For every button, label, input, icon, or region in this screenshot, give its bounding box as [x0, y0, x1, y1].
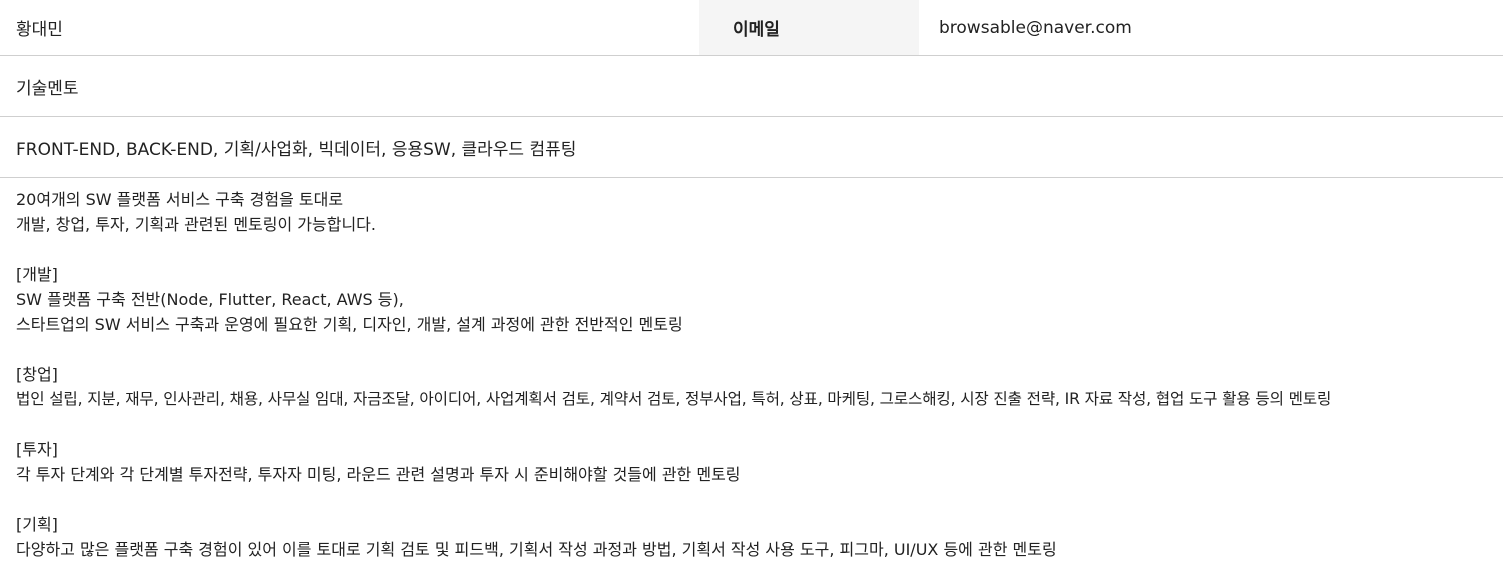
invest-heading: [투자]	[16, 440, 58, 459]
name-email-row: 황대민 이메일 browsable@naver.com	[0, 0, 1503, 56]
mentor-description: 20여개의 SW 플랫폼 서비스 구축 경험을 토대로 개발, 창업, 투자, …	[0, 178, 1503, 562]
email-value: browsable@naver.com	[939, 17, 1132, 38]
fields-row: FRONT-END, BACK-END, 기획/사업화, 빅데이터, 응용SW,…	[0, 117, 1503, 178]
email-label: 이메일	[699, 0, 919, 55]
dev-line-1: SW 플랫폼 구축 전반(Node, Flutter, React, AWS 등…	[16, 290, 404, 309]
invest-line-1: 각 투자 단계와 각 단계별 투자전략, 투자자 미팅, 라운드 관련 설명과 …	[16, 465, 741, 484]
mentor-fields: FRONT-END, BACK-END, 기획/사업화, 빅데이터, 응용SW,…	[16, 139, 577, 160]
startup-line-1: 법인 설립, 지분, 재무, 인사관리, 채용, 사무실 임대, 자금조달, 아…	[16, 390, 1332, 408]
startup-heading: [창업]	[16, 365, 58, 384]
plan-heading: [기획]	[16, 515, 58, 534]
role-row: 기술멘토	[0, 56, 1503, 117]
mentor-name: 황대민	[16, 20, 63, 40]
intro-line-2: 개발, 창업, 투자, 기획과 관련된 멘토링이 가능합니다.	[16, 215, 376, 234]
mentor-profile-table: 황대민 이메일 browsable@naver.com 기술멘토 FRONT-E…	[0, 0, 1503, 571]
mentor-role: 기술멘토	[16, 78, 79, 99]
intro-line-1: 20여개의 SW 플랫폼 서비스 구축 경험을 토대로	[16, 190, 344, 209]
dev-line-2: 스타트업의 SW 서비스 구축과 운영에 필요한 기획, 디자인, 개발, 설계…	[16, 315, 683, 334]
plan-line-1: 다양하고 많은 플랫폼 구축 경험이 있어 이를 토대로 기획 검토 및 피드백…	[16, 540, 1057, 559]
dev-heading: [개발]	[16, 265, 58, 284]
